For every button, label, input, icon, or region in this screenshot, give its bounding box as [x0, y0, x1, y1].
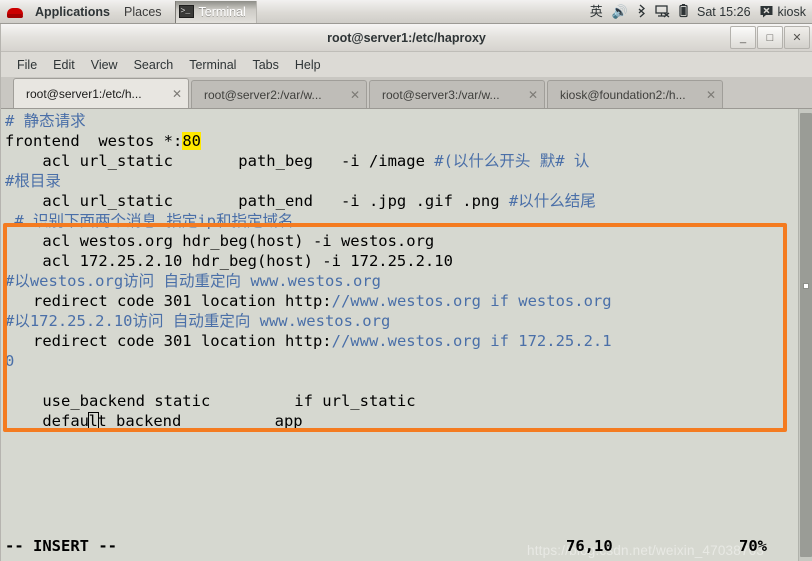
- terminal-line: 0: [5, 351, 798, 371]
- menubar: File Edit View Search Terminal Tabs Help: [1, 52, 812, 77]
- window-titlebar[interactable]: root@server1:/etc/haproxy _ □ ✕: [1, 24, 812, 52]
- terminal-body[interactable]: # 静态请求 frontend westos *:80 acl url_stati…: [1, 109, 812, 561]
- search-highlight: 80: [182, 132, 201, 150]
- battery-icon[interactable]: [679, 3, 688, 20]
- menu-tabs[interactable]: Tabs: [244, 56, 286, 74]
- user-menu[interactable]: kiosk: [760, 5, 806, 19]
- tab-bar: root@server1:/etc/h... ✕ root@server2:/v…: [1, 77, 812, 109]
- code-text: acl url_static path_end -i .jpg .gif .pn…: [5, 192, 509, 210]
- terminal-line: acl url_static path_end -i .jpg .gif .pn…: [5, 191, 798, 211]
- menu-help[interactable]: Help: [287, 56, 329, 74]
- tab-label: root@server3:/var/w...: [382, 87, 500, 102]
- places-menu[interactable]: Places: [117, 2, 169, 22]
- close-button[interactable]: ✕: [784, 26, 810, 49]
- terminal-icon: >_: [178, 5, 194, 18]
- terminal-line: #根目录: [5, 171, 798, 191]
- tab-label: kiosk@foundation2:/h...: [560, 87, 686, 102]
- terminal-line: redirect code 301 location http://www.we…: [5, 291, 798, 311]
- tab-close-icon[interactable]: ✕: [706, 88, 716, 102]
- code-text: acl 172.25.2.10 hdr_beg(host) -i 172.25.…: [5, 252, 453, 270]
- comment-text: # 静态请求: [5, 112, 86, 130]
- speaker-icon[interactable]: 🔊: [612, 5, 628, 18]
- terminal-window: root@server1:/etc/haproxy _ □ ✕ File Edi…: [0, 24, 812, 561]
- panel-tray: 英 🔊 Sat 15:26 kiosk: [590, 0, 812, 23]
- terminal-line: use_backend static if url_static: [5, 391, 798, 411]
- vertical-scrollbar[interactable]: [798, 109, 812, 561]
- terminal-line: #以172.25.2.10访问 自动重定向 www.westos.org: [5, 311, 798, 331]
- applications-menu[interactable]: Applications: [28, 2, 117, 22]
- scrollbar-thumb[interactable]: [800, 113, 812, 557]
- menu-search[interactable]: Search: [126, 56, 182, 74]
- ime-indicator[interactable]: 英: [590, 5, 603, 18]
- vim-mode-indicator: -- INSERT --: [5, 537, 117, 555]
- comment-text: //www.westos.org if westos.org: [331, 292, 612, 310]
- scrollbar-mark: [803, 283, 809, 289]
- window-title: root@server1:/etc/haproxy: [327, 30, 486, 45]
- tab-3[interactable]: kiosk@foundation2:/h... ✕: [547, 80, 723, 108]
- terminal-line: #以westos.org访问 自动重定向 www.westos.org: [5, 271, 798, 291]
- code-text: redirect code 301 location http:: [5, 292, 332, 310]
- tab-label: root@server2:/var/w...: [204, 87, 322, 102]
- tab-close-icon[interactable]: ✕: [172, 87, 182, 101]
- tab-2[interactable]: root@server3:/var/w... ✕: [369, 80, 545, 108]
- redhat-logo-icon[interactable]: [7, 4, 23, 20]
- comment-text: 0: [5, 352, 15, 370]
- terminal-line: acl westos.org hdr_beg(host) -i westos.o…: [5, 231, 798, 251]
- terminal-line: acl url_static path_beg -i /image #(以什么开…: [5, 151, 798, 171]
- comment-text: #以什么结尾: [508, 192, 596, 210]
- code-text: acl url_static path_beg -i /image: [5, 152, 435, 170]
- code-text: use_backend static if url_static: [5, 392, 416, 410]
- clock[interactable]: Sat 15:26: [697, 5, 751, 19]
- terminal-line: default_backend app: [5, 411, 798, 431]
- menu-edit[interactable]: Edit: [45, 56, 83, 74]
- comment-text: # 识别下面两个消息 指定ip和指定域名: [5, 212, 294, 230]
- minimize-button[interactable]: _: [730, 26, 756, 49]
- code-text: t_backend app: [97, 412, 303, 430]
- comment-text: #以westos.org访问 自动重定向 www.westos.org: [5, 272, 381, 290]
- user-icon: [760, 6, 773, 18]
- code-text: acl westos.org hdr_beg(host) -i westos.o…: [5, 232, 435, 250]
- window-controls: _ □ ✕: [729, 26, 810, 49]
- tab-close-icon[interactable]: ✕: [350, 88, 360, 102]
- terminal-line: acl 172.25.2.10 hdr_beg(host) -i 172.25.…: [5, 251, 798, 271]
- terminal-line: redirect code 301 location http://www.we…: [5, 331, 798, 351]
- tab-label: root@server1:/etc/h...: [26, 86, 142, 101]
- terminal-line: frontend westos *:80: [5, 131, 798, 151]
- code-text: defau: [5, 412, 89, 430]
- menu-file[interactable]: File: [9, 56, 45, 74]
- vim-status-line: -- INSERT -- 76,10 70%: [1, 537, 799, 559]
- terminal-line: # 识别下面两个消息 指定ip和指定域名: [5, 211, 798, 231]
- tab-1[interactable]: root@server2:/var/w... ✕: [191, 80, 367, 108]
- battery-glyph: [679, 3, 688, 17]
- comment-text: //www.westos.org if 172.25.2.1: [331, 332, 612, 350]
- code-text: frontend westos *:: [5, 132, 183, 150]
- menu-terminal[interactable]: Terminal: [181, 56, 244, 74]
- comment-text: #根目录: [5, 172, 61, 190]
- desktop-top-panel: Applications Places >_ Terminal 英 🔊 Sat …: [0, 0, 812, 24]
- network-glyph: [655, 4, 670, 18]
- code-text: redirect code 301 location http:: [5, 332, 332, 350]
- comment-text: #(以什么开头 默# 认: [434, 152, 590, 170]
- tab-close-icon[interactable]: ✕: [528, 88, 538, 102]
- panel-left-group: Applications Places >_ Terminal: [0, 0, 257, 23]
- bluetooth-icon[interactable]: [637, 4, 646, 20]
- vim-scroll-percent: 70%: [739, 537, 767, 555]
- tab-0[interactable]: root@server1:/etc/h... ✕: [13, 78, 189, 108]
- window-list-item-terminal[interactable]: >_ Terminal: [174, 0, 257, 23]
- vim-editor-text[interactable]: # 静态请求 frontend westos *:80 acl url_stati…: [1, 109, 798, 561]
- user-label: kiosk: [777, 4, 806, 19]
- comment-text: #以172.25.2.10访问 自动重定向 www.westos.org: [5, 312, 391, 330]
- bluetooth-glyph: [638, 4, 645, 17]
- menu-view[interactable]: View: [83, 56, 126, 74]
- window-list-item-label: Terminal: [198, 4, 246, 19]
- maximize-button[interactable]: □: [757, 26, 783, 49]
- network-disconnected-icon[interactable]: [655, 4, 670, 20]
- vim-cursor-position: 76,10: [566, 537, 613, 555]
- terminal-line: # 静态请求: [5, 111, 798, 131]
